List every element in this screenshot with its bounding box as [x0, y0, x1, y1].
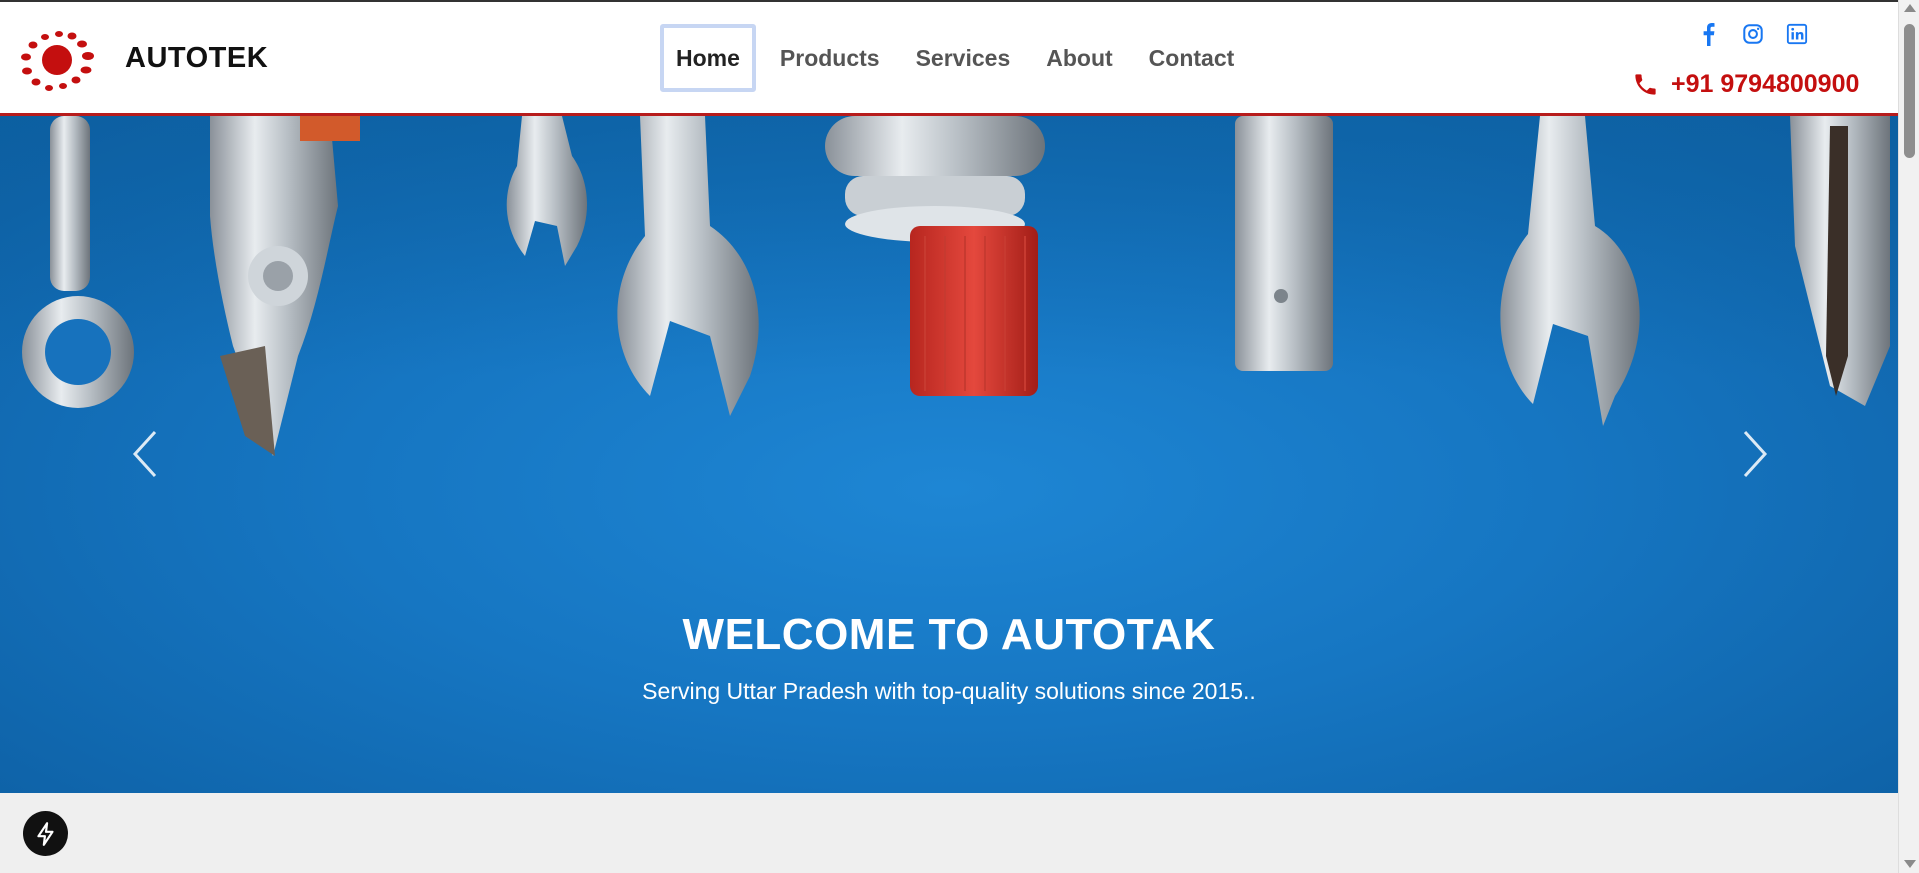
- nav-about[interactable]: About: [1028, 24, 1130, 92]
- scroll-down-icon[interactable]: [1904, 860, 1916, 868]
- phone-icon: [1635, 74, 1656, 95]
- scroll-up-icon[interactable]: [1904, 4, 1916, 12]
- tools-image: [22, 116, 1890, 456]
- phone-number: +91 9794800900: [1671, 70, 1860, 98]
- nav-contact[interactable]: Contact: [1131, 24, 1253, 92]
- nav-home[interactable]: Home: [660, 24, 756, 92]
- scroll-thumb[interactable]: [1904, 24, 1915, 158]
- facebook-icon[interactable]: [1698, 22, 1720, 46]
- hero-title: WELCOME TO AUTOTAK: [682, 610, 1216, 659]
- brand-name[interactable]: AUTOTEK: [125, 42, 268, 75]
- nav-products[interactable]: Products: [762, 24, 898, 92]
- site-header: AUTOTEK Home Products Services About Con…: [0, 0, 1898, 116]
- next-section: [0, 793, 1898, 873]
- page-scrollbar[interactable]: [1898, 0, 1919, 873]
- instagram-icon[interactable]: [1742, 22, 1764, 46]
- chevron-right-icon[interactable]: [1735, 426, 1775, 482]
- nav-services[interactable]: Services: [898, 24, 1029, 92]
- social-links: [1698, 22, 1808, 46]
- bolt-icon: [36, 821, 54, 846]
- page: AUTOTEK Home Products Services About Con…: [0, 0, 1898, 873]
- floating-action-button[interactable]: [23, 811, 68, 856]
- hero-subtitle: Serving Uttar Pradesh with top-quality s…: [642, 678, 1256, 704]
- hero-carousel: WELCOME TO AUTOTAK Serving Uttar Pradesh…: [0, 116, 1898, 793]
- chevron-left-icon[interactable]: [125, 426, 165, 482]
- linkedin-icon[interactable]: [1786, 22, 1808, 46]
- main-nav: Home Products Services About Contact: [660, 24, 1252, 92]
- logo-icon[interactable]: [20, 28, 98, 94]
- phone-link[interactable]: +91 9794800900: [1632, 70, 1859, 99]
